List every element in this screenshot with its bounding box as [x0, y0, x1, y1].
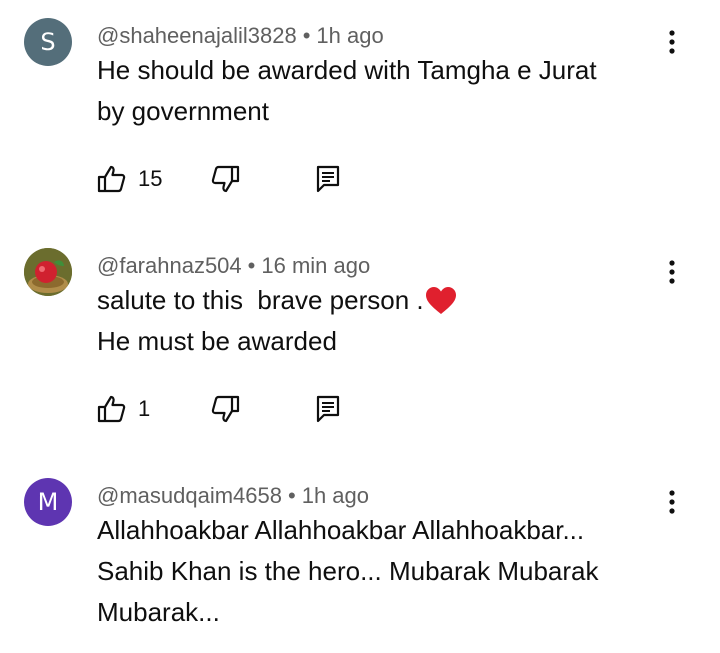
- reply-icon: [316, 395, 340, 423]
- reply-icon: [316, 165, 340, 193]
- dislike-button[interactable]: [209, 393, 241, 425]
- comment-line-with-emoji: salute to this brave person .: [97, 280, 677, 321]
- reply-button[interactable]: [312, 163, 344, 195]
- comment-line: Mubarak...: [97, 597, 220, 627]
- comment-text: salute to this brave person . He must be…: [97, 280, 677, 362]
- comment-text: He should be awarded with Tamgha e Jurat…: [97, 50, 677, 132]
- username[interactable]: @shaheenajalil3828: [97, 23, 297, 48]
- thumbs-down-icon: [211, 395, 240, 423]
- avatar-image: [24, 248, 72, 296]
- comment-line: by government: [97, 96, 269, 126]
- avatar-letter: S: [40, 28, 56, 56]
- comment-meta: @farahnaz504 • 16 min ago: [97, 252, 370, 280]
- avatar[interactable]: [24, 248, 72, 296]
- reply-button[interactable]: [312, 393, 344, 425]
- separator: •: [247, 253, 256, 278]
- like-button[interactable]: 15: [96, 163, 162, 195]
- avatar[interactable]: M: [24, 478, 72, 526]
- timestamp[interactable]: 1h ago: [302, 483, 369, 508]
- avatar[interactable]: S: [24, 18, 72, 66]
- timestamp[interactable]: 16 min ago: [261, 253, 370, 278]
- red-heart-emoji: [425, 286, 456, 314]
- comment-text: Allahhoakbar Allahhoakbar Allahhoakbar..…: [97, 510, 697, 633]
- thumbs-up-icon: [97, 165, 126, 193]
- comment-line: Allahhoakbar Allahhoakbar Allahhoakbar..…: [97, 515, 585, 545]
- comment-line: Sahib Khan is the hero... Mubarak Mubara…: [97, 556, 599, 586]
- comment-line: He must be awarded: [97, 326, 337, 356]
- separator: •: [288, 483, 296, 508]
- like-count: 1: [138, 396, 151, 421]
- comment-line: He should be awarded with Tamgha e Jurat: [97, 55, 597, 85]
- thumbs-down-icon: [211, 165, 240, 193]
- timestamp[interactable]: 1h ago: [316, 23, 383, 48]
- like-button[interactable]: 1: [96, 393, 150, 425]
- thumbs-up-icon: [97, 395, 126, 423]
- username[interactable]: @farahnaz504: [97, 253, 242, 278]
- comment-meta: @masudqaim4658 • 1h ago: [97, 482, 369, 510]
- like-count: 15: [138, 166, 163, 191]
- dislike-button[interactable]: [209, 163, 241, 195]
- comment-line: salute to this brave person .: [97, 285, 424, 315]
- username[interactable]: @masudqaim4658: [97, 483, 282, 508]
- separator: •: [302, 23, 311, 48]
- avatar-letter: M: [37, 488, 59, 516]
- comment-meta: @shaheenajalil3828 • 1h ago: [97, 22, 384, 50]
